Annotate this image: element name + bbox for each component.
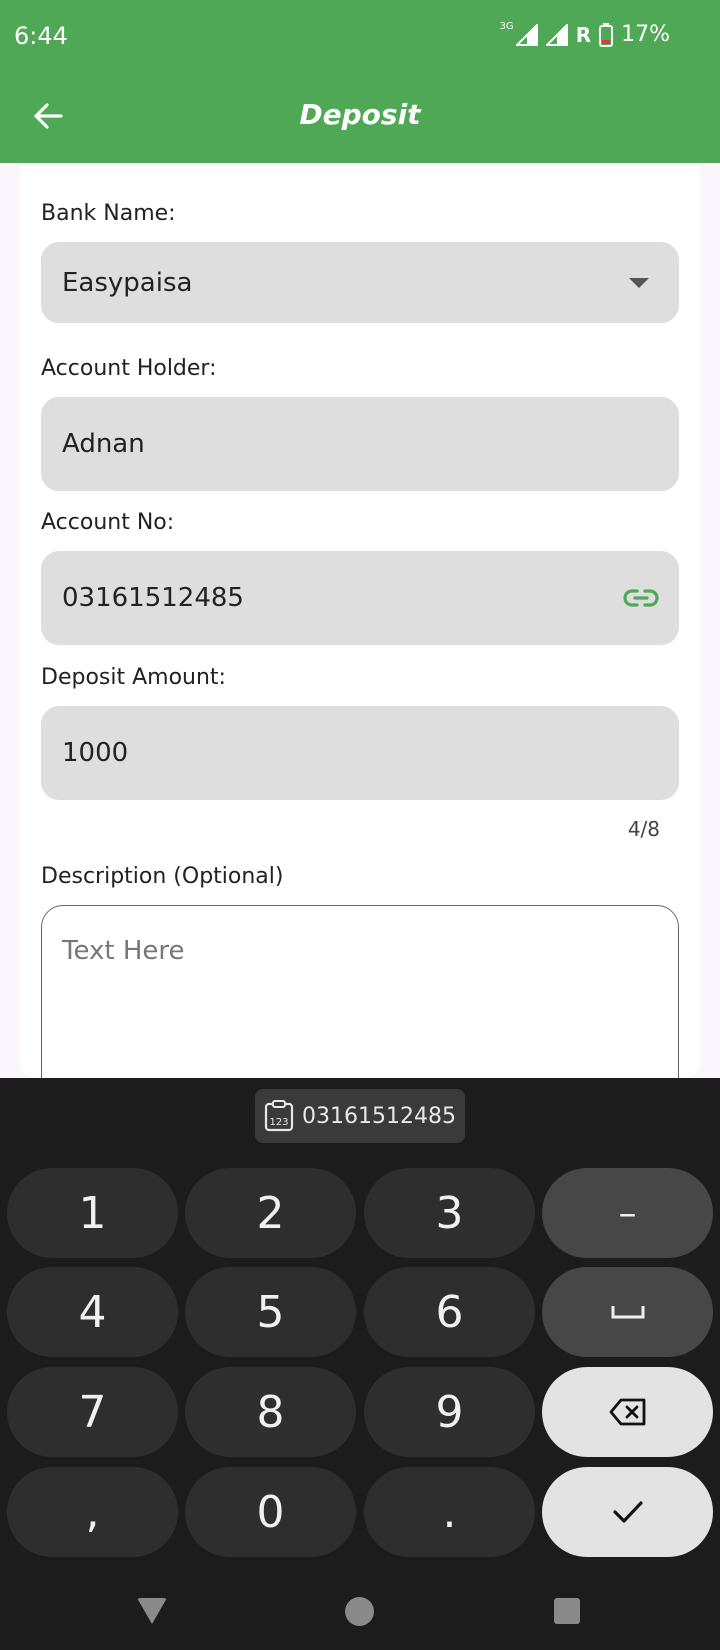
check-icon: [612, 1501, 643, 1523]
key-comma[interactable]: ,: [7, 1467, 178, 1557]
deposit-screen: 6:44 3G R 17% Deposit Bank Name: Easypai…: [0, 0, 720, 1650]
bank-name-label: Bank Name:: [41, 201, 176, 226]
link-icon[interactable]: [623, 584, 659, 612]
battery-percent: 17%: [621, 22, 670, 47]
bank-name-dropdown[interactable]: Easypaisa: [41, 242, 679, 323]
key-6[interactable]: 6: [364, 1267, 535, 1357]
chevron-down-icon: [629, 277, 649, 288]
top-bar: 6:44 3G R 17% Deposit: [0, 0, 720, 163]
account-no-label: Account No:: [41, 510, 175, 535]
clipboard-suggestion-chip[interactable]: 123 03161512485: [255, 1089, 465, 1143]
system-nav-bar: [0, 1576, 720, 1650]
key-dash[interactable]: –: [542, 1168, 713, 1258]
app-bar: Deposit: [0, 76, 720, 163]
account-no-value: 03161512485: [62, 583, 244, 613]
account-no-field[interactable]: 03161512485: [41, 551, 679, 645]
deposit-amount-counter: 4/8: [627, 817, 660, 841]
key-5[interactable]: 5: [185, 1267, 356, 1357]
deposit-amount-value: 1000: [62, 738, 129, 768]
clipboard-suggestion-text: 03161512485: [302, 1103, 456, 1129]
backspace-icon: [609, 1398, 645, 1426]
deposit-form: Bank Name: Easypaisa Account Holder: Adn…: [20, 163, 700, 1078]
status-icons: 3G R 17%: [499, 21, 670, 47]
deposit-amount-field[interactable]: 1000: [41, 706, 679, 800]
account-holder-field[interactable]: Adnan: [41, 397, 679, 491]
key-space[interactable]: [542, 1267, 713, 1357]
clipboard-numbers-icon: 123: [264, 1100, 294, 1132]
svg-text:123: 123: [269, 1117, 288, 1128]
network-type: 3G: [499, 21, 514, 32]
signal-icon-2: [545, 23, 568, 46]
key-period[interactable]: .: [364, 1467, 535, 1557]
status-time: 6:44: [14, 22, 68, 50]
key-4[interactable]: 4: [7, 1267, 178, 1357]
status-bar: 6:44 3G R 17%: [0, 0, 720, 76]
key-0[interactable]: 0: [185, 1467, 356, 1557]
key-9[interactable]: 9: [364, 1367, 535, 1457]
nav-back-icon[interactable]: [137, 1598, 167, 1624]
key-done[interactable]: [542, 1467, 713, 1557]
signal-icon: [515, 23, 538, 46]
key-7[interactable]: 7: [7, 1367, 178, 1457]
key-backspace[interactable]: [542, 1367, 713, 1457]
space-icon: [611, 1306, 644, 1319]
account-holder-label: Account Holder:: [41, 356, 217, 381]
bank-name-value: Easypaisa: [62, 267, 193, 298]
page-title: Deposit: [299, 98, 421, 131]
nav-home-icon[interactable]: [345, 1597, 374, 1626]
key-1[interactable]: 1: [7, 1168, 178, 1258]
key-8[interactable]: 8: [185, 1367, 356, 1457]
roaming-indicator: R: [575, 22, 592, 47]
battery-icon: [599, 22, 614, 47]
deposit-amount-label: Deposit Amount:: [41, 665, 226, 690]
description-textarea[interactable]: Text Here: [41, 905, 679, 1078]
nav-recents-icon[interactable]: [554, 1598, 580, 1624]
description-label: Description (Optional): [41, 864, 284, 889]
description-placeholder: Text Here: [62, 936, 185, 966]
key-3[interactable]: 3: [364, 1168, 535, 1258]
key-2[interactable]: 2: [185, 1168, 356, 1258]
account-holder-value: Adnan: [62, 429, 145, 459]
numeric-keyboard: 123 03161512485 1 2 3 – 4 5 6 7 8 9 , 0 …: [0, 1078, 720, 1650]
